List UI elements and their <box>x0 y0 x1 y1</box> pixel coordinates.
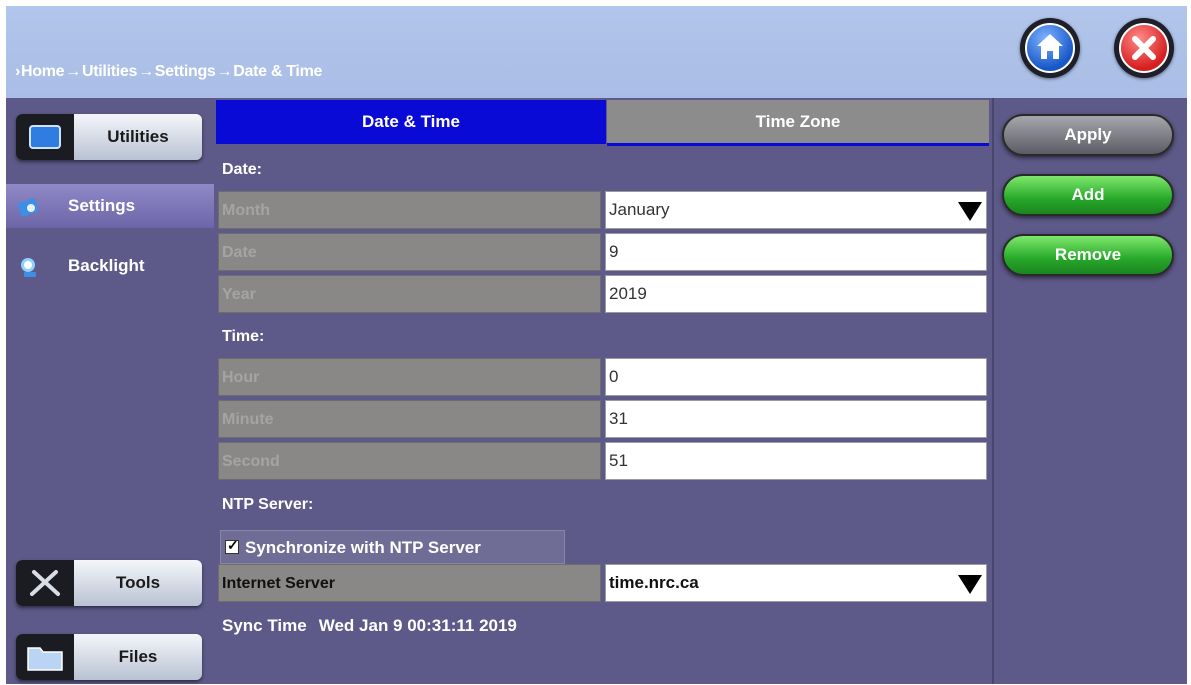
add-button[interactable]: Add <box>1002 174 1174 216</box>
remove-button[interactable]: Remove <box>1002 234 1174 276</box>
breadcrumb: ›Home→Utilities→Settings→Date & Time <box>14 63 322 81</box>
sync-time-status: Sync Time Wed Jan 9 00:31:11 2019 <box>222 616 517 636</box>
files-button[interactable]: Files <box>16 634 202 680</box>
tab-bar: Date & Time Time Zone <box>216 100 989 146</box>
tools-label: Tools <box>115 573 161 592</box>
home-button[interactable] <box>1020 18 1080 78</box>
tab-date-time[interactable]: Date & Time <box>216 100 606 144</box>
date-section-title: Date: <box>222 161 263 178</box>
home-icon <box>1025 23 1075 73</box>
breadcrumb-arrow-icon: › <box>15 63 21 80</box>
month-value: January <box>609 200 670 219</box>
breadcrumb-arrow-icon: → <box>216 63 233 80</box>
date-field[interactable]: 9 <box>605 233 987 271</box>
utilities-button[interactable]: Utilities <box>16 114 202 160</box>
date-label: Date <box>218 233 601 271</box>
internet-server-value: time.nrc.ca <box>609 573 699 592</box>
year-label: Year <box>218 275 601 313</box>
dropdown-arrow-icon <box>958 575 982 594</box>
time-section-title: Time: <box>222 328 265 345</box>
breadcrumb-arrow-icon: → <box>65 63 81 80</box>
folder-icon <box>16 634 74 680</box>
sidebar-item-label: Backlight <box>68 256 145 275</box>
minute-field[interactable]: 31 <box>605 400 987 438</box>
backlight-icon <box>16 254 42 280</box>
breadcrumb-utilities[interactable]: Utilities <box>82 63 137 80</box>
ntp-section-title: NTP Server: <box>222 496 314 513</box>
actions-panel: Apply Add Remove <box>992 98 1187 684</box>
sync-ntp-checkbox[interactable] <box>225 537 239 554</box>
breadcrumb-settings[interactable]: Settings <box>155 63 216 80</box>
breadcrumb-home[interactable]: Home <box>21 63 65 80</box>
second-field[interactable]: 51 <box>605 442 987 480</box>
sync-time-label: Sync Time <box>222 616 307 635</box>
apply-button[interactable]: Apply <box>1002 114 1174 156</box>
month-label: Month <box>218 191 601 229</box>
tools-button[interactable]: Tools <box>16 560 202 606</box>
breadcrumb-arrow-icon: → <box>138 63 154 80</box>
utilities-label: Utilities <box>107 127 169 146</box>
settings-icon <box>16 194 42 220</box>
breadcrumb-current: Date & Time <box>233 63 323 80</box>
tools-icon <box>16 560 74 606</box>
sync-ntp-label: Synchronize with NTP Server <box>245 538 481 557</box>
left-nav-panel: Utilities Settings Backlight Tools Files <box>6 98 214 684</box>
internet-server-label: Internet Server <box>218 564 601 602</box>
header-bar: ›Home→Utilities→Settings→Date & Time <box>6 6 1187 98</box>
close-icon <box>1119 23 1169 73</box>
internet-server-select[interactable]: time.nrc.ca <box>605 564 987 602</box>
dropdown-arrow-icon <box>958 202 982 221</box>
monitor-icon <box>16 114 74 160</box>
minute-label: Minute <box>218 400 601 438</box>
sidebar-item-label: Settings <box>68 196 136 215</box>
files-label: Files <box>118 647 158 666</box>
sync-time-value: Wed Jan 9 00:31:11 2019 <box>318 616 517 635</box>
main-content: Date & Time Time Zone Date: Month Januar… <box>214 98 992 684</box>
second-label: Second <box>218 442 601 480</box>
sync-ntp-checkbox-row[interactable]: Synchronize with NTP Server <box>220 530 565 564</box>
hour-field[interactable]: 0 <box>605 358 987 396</box>
sidebar-item-backlight[interactable]: Backlight <box>6 244 214 288</box>
sidebar-item-settings[interactable]: Settings <box>6 184 214 228</box>
month-select[interactable]: January <box>605 191 987 229</box>
app-window: ›Home→Utilities→Settings→Date & Time Uti… <box>6 6 1187 684</box>
close-button[interactable] <box>1114 18 1174 78</box>
tab-time-zone[interactable]: Time Zone <box>607 100 989 146</box>
year-field[interactable]: 2019 <box>605 275 987 313</box>
hour-label: Hour <box>218 358 601 396</box>
